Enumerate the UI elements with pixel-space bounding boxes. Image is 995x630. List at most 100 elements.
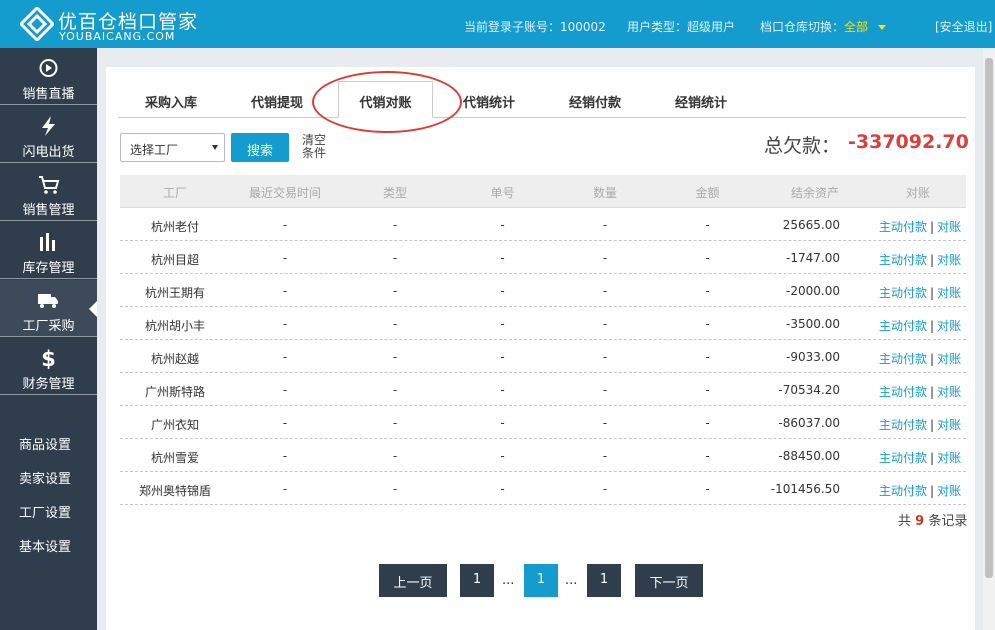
table-row: 广州衣知 - - - - - -86037.00 主动付款 | 对账 — [120, 406, 966, 439]
warehouse-value[interactable]: 全部 — [844, 20, 868, 34]
logo-icon — [20, 7, 54, 41]
pagination-ellipsis: ... — [502, 573, 515, 588]
cell-balance: -3500.00 — [786, 317, 840, 331]
sidebar-link-product-settings[interactable]: 商品设置 — [19, 434, 71, 453]
sidebar-item-label: 销售管理 — [22, 203, 75, 218]
factory-select[interactable]: 选择工厂 — [120, 133, 225, 162]
pay-link[interactable]: 主动付款 — [879, 286, 927, 300]
user-type-value: 超级用户 — [687, 20, 736, 34]
cell-qty: - — [602, 317, 608, 331]
account-label: 当前登录子账号： — [464, 20, 561, 34]
sidebar-link-factory-settings[interactable]: 工厂设置 — [19, 502, 71, 521]
total-debt-label: 总欠款： — [764, 135, 841, 157]
cell-balance: -70534.20 — [778, 383, 840, 397]
sidebar-item-quick-ship[interactable]: 闪电出货 — [0, 106, 97, 163]
cell-time: - — [282, 251, 288, 265]
pay-link[interactable]: 主动付款 — [879, 451, 927, 465]
col-type: 类型 — [382, 186, 407, 200]
cell-amount: - — [705, 416, 710, 430]
sidebar-item-inventory[interactable]: 库存管理 — [0, 222, 97, 279]
sidebar-item-factory-purchase[interactable]: 工厂采购 — [0, 280, 97, 337]
reconcile-link[interactable]: 对账 — [937, 286, 961, 300]
reconcile-link[interactable]: 对账 — [937, 418, 961, 432]
logout-link[interactable]: [安全退出] — [935, 18, 992, 35]
tab-dealer-payment[interactable]: 经销付款 — [569, 92, 621, 111]
pay-link[interactable]: 主动付款 — [879, 352, 927, 366]
reconcile-link[interactable]: 对账 — [937, 253, 961, 267]
cell-factory: 广州斯特路 — [144, 385, 205, 399]
truck-icon — [38, 294, 58, 308]
cell-time: - — [282, 284, 288, 298]
record-count-value: 9 — [915, 514, 925, 529]
action-separator: | — [930, 484, 935, 498]
next-page-button[interactable]: 下一页 — [635, 564, 703, 597]
page-first-button[interactable]: 1 — [460, 564, 494, 597]
sidebar-item-sales-mgmt[interactable]: 销售管理 — [0, 164, 97, 221]
col-reconcile: 对账 — [905, 186, 930, 200]
prev-page-button[interactable]: 上一页 — [379, 564, 447, 597]
sidebar-link-seller-settings[interactable]: 卖家设置 — [19, 468, 71, 487]
cell-no: - — [500, 383, 505, 397]
cell-qty: - — [602, 350, 608, 364]
cell-type: - — [392, 482, 398, 496]
col-balance: 结余资产 — [790, 186, 839, 200]
scrollbar-thumb[interactable] — [985, 58, 993, 578]
page-last-button[interactable]: 1 — [587, 564, 621, 597]
tab-purchase-inbound[interactable]: 采购入库 — [145, 92, 197, 111]
reconcile-link[interactable]: 对账 — [937, 352, 961, 366]
pay-link[interactable]: 主动付款 — [879, 220, 927, 234]
table-row: 杭州胡小丰 - - - - - -3500.00 主动付款 | 对账 — [120, 307, 966, 340]
col-factory: 工厂 — [162, 186, 187, 200]
cell-no: - — [500, 449, 505, 463]
reconcile-link[interactable]: 对账 — [937, 484, 961, 498]
chevron-down-icon[interactable] — [878, 25, 887, 30]
reconcile-link[interactable]: 对账 — [937, 319, 961, 333]
total-debt-value: -337092.70 — [848, 131, 969, 153]
cell-time: - — [282, 416, 288, 430]
page-current-button[interactable]: 1 — [524, 564, 558, 597]
search-button[interactable]: 搜索 — [231, 133, 289, 162]
col-order-no: 单号 — [490, 186, 515, 200]
reconcile-link[interactable]: 对账 — [937, 451, 961, 465]
pay-link[interactable]: 主动付款 — [879, 253, 927, 267]
table-row: 杭州赵越 - - - - - -9033.00 主动付款 | 对账 — [120, 340, 966, 373]
col-last-trade-time: 最近交易时间 — [248, 186, 321, 200]
cell-type: - — [392, 284, 398, 298]
warehouse-label: 档口仓库切换： — [760, 20, 845, 34]
main-panel: 采购入库 代销提现 代销对账 代销统计 经销付款 经销统计 选择工厂 搜索 清空… — [106, 67, 975, 630]
cell-qty: - — [602, 416, 608, 430]
cell-time: - — [282, 449, 288, 463]
sidebar-item-finance[interactable]: $ 财务管理 — [0, 338, 97, 395]
clear-filter-button[interactable]: 清空 条件 — [302, 134, 330, 160]
cell-qty: - — [602, 218, 608, 232]
scrollbar[interactable] — [983, 50, 995, 630]
sidebar-item-sales-live[interactable]: 销售直播 — [0, 48, 97, 105]
cell-qty: - — [602, 482, 608, 496]
highlight-circle — [312, 71, 462, 133]
row-actions: 主动付款 | 对账 — [879, 251, 961, 268]
pagination-ellipsis: ... — [565, 573, 578, 588]
pay-link[interactable]: 主动付款 — [879, 484, 927, 498]
cell-balance: -1747.00 — [786, 251, 840, 265]
cell-balance: -2000.00 — [786, 284, 840, 298]
action-separator: | — [930, 451, 935, 465]
tab-consign-stats[interactable]: 代销统计 — [463, 92, 515, 111]
cell-qty: - — [602, 284, 608, 298]
cell-no: - — [500, 317, 505, 331]
pay-link[interactable]: 主动付款 — [879, 319, 927, 333]
reconcile-link[interactable]: 对账 — [937, 220, 961, 234]
row-actions: 主动付款 | 对账 — [879, 416, 961, 433]
reconcile-link[interactable]: 对账 — [937, 385, 961, 399]
cell-factory: 杭州胡小丰 — [144, 319, 205, 333]
pay-link[interactable]: 主动付款 — [879, 418, 927, 432]
table-row: 广州斯特路 - - - - - -70534.20 主动付款 | 对账 — [120, 373, 966, 406]
pay-link[interactable]: 主动付款 — [879, 385, 927, 399]
sidebar-item-label: 工厂采购 — [22, 319, 75, 334]
warehouse-switch[interactable]: 档口仓库切换：全部 — [760, 18, 887, 35]
tab-consign-withdraw[interactable]: 代销提现 — [251, 92, 303, 111]
cell-amount: - — [705, 383, 710, 397]
sidebar: 销售直播 闪电出货 销售管理 库存管理 工厂采购 $ 财务管理 商品设置 卖家设… — [0, 48, 97, 630]
sidebar-link-basic-settings[interactable]: 基本设置 — [19, 536, 71, 555]
cell-balance: -88450.00 — [778, 449, 840, 463]
tab-dealer-stats[interactable]: 经销统计 — [675, 92, 727, 111]
